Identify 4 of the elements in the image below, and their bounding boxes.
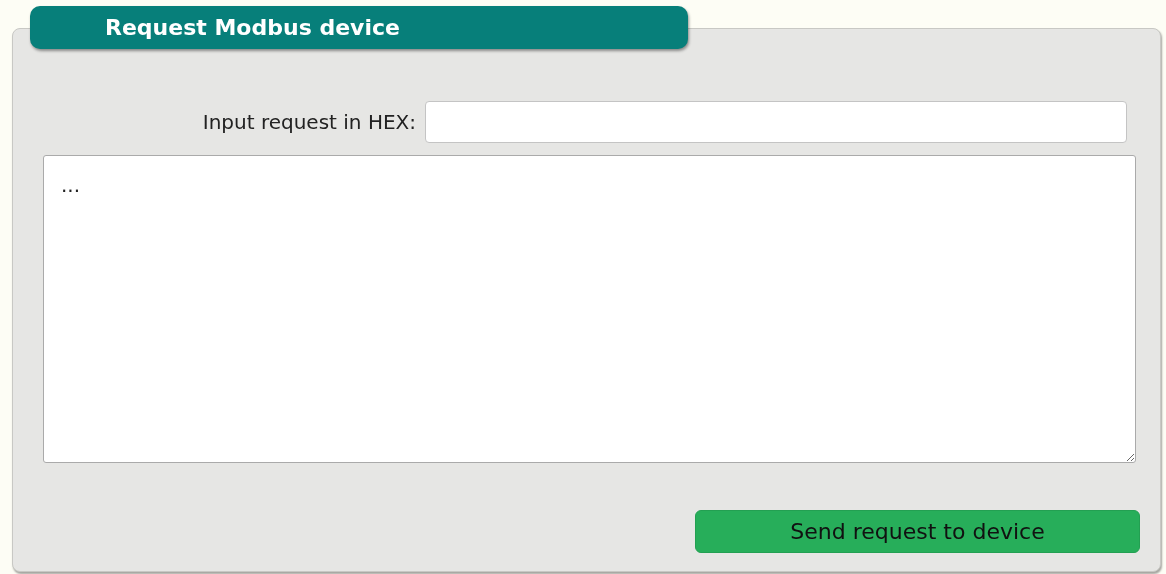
hex-input-label: Input request in HEX:: [202, 109, 416, 136]
send-request-button[interactable]: Send request to device: [695, 510, 1140, 553]
hex-input-field[interactable]: [425, 101, 1127, 143]
response-text-area[interactable]: ...: [43, 155, 1136, 463]
